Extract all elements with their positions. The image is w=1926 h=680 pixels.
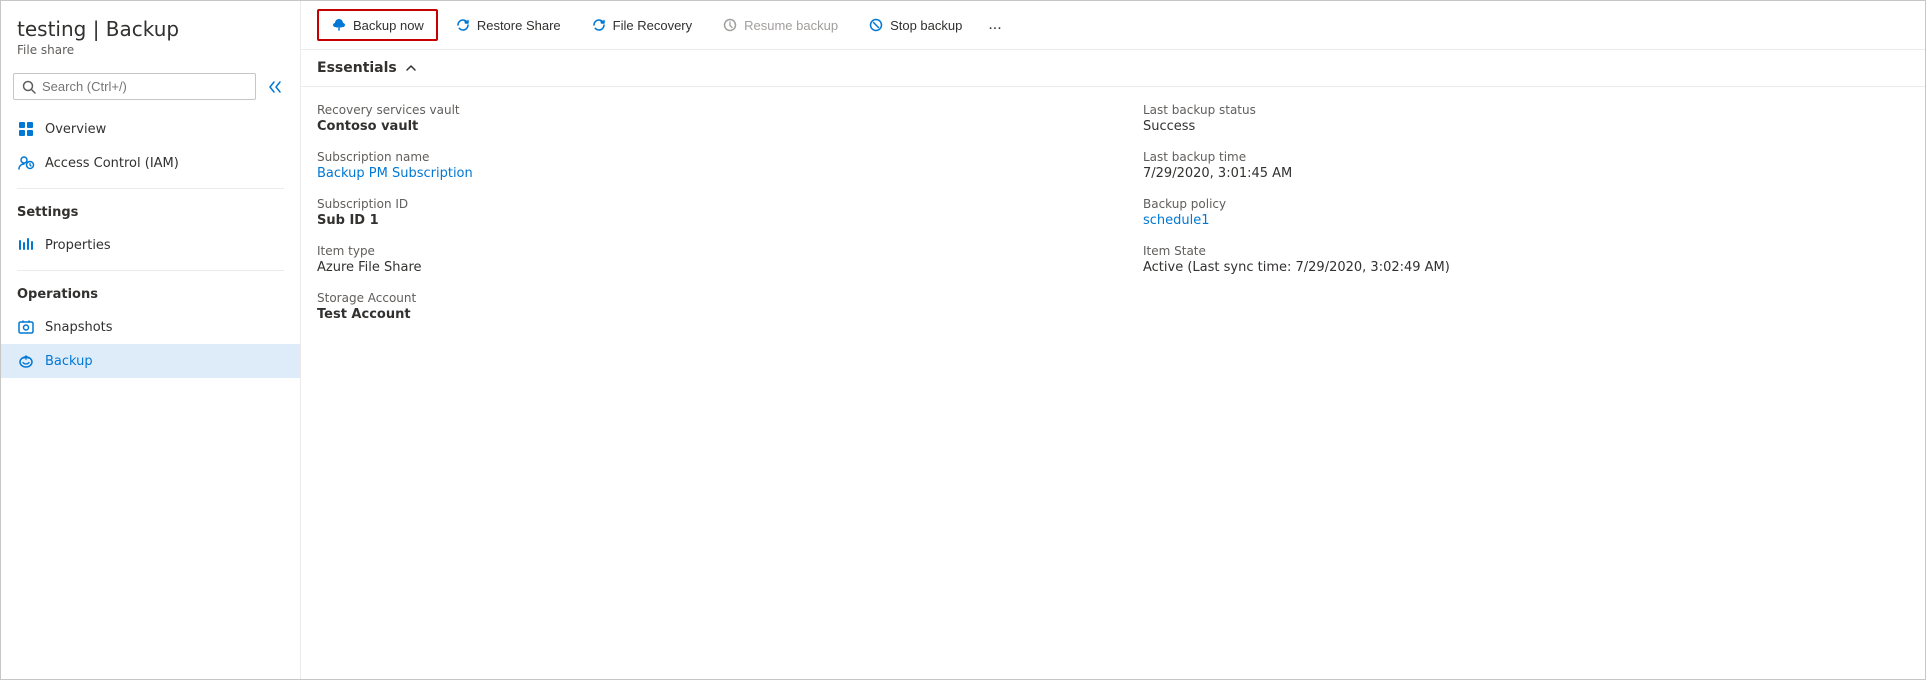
field-recovery-vault: Recovery services vault Contoso vault	[317, 103, 1083, 134]
field-label-item-state: Item State	[1143, 244, 1909, 258]
overview-icon	[17, 120, 35, 138]
file-recovery-icon	[591, 17, 607, 33]
backup-now-label: Backup now	[353, 18, 424, 33]
sidebar-item-label-properties: Properties	[45, 238, 111, 253]
field-last-backup-status: Last backup status Success	[1143, 103, 1909, 134]
title-normal: Backup	[106, 17, 179, 41]
field-value-vault: Contoso vault	[317, 119, 1083, 134]
sidebar-item-snapshots[interactable]: Snapshots	[1, 310, 300, 344]
field-subscription-name: Subscription name Backup PM Subscription	[317, 150, 1083, 181]
settings-section-label: Settings	[1, 193, 300, 224]
search-container	[1, 65, 300, 108]
sidebar-item-backup[interactable]: Backup	[1, 344, 300, 378]
field-label-vault: Recovery services vault	[317, 103, 1083, 117]
sidebar-item-overview[interactable]: Overview	[1, 112, 300, 146]
field-value-item-type: Azure File Share	[317, 260, 1083, 275]
field-label-backup-time: Last backup time	[1143, 150, 1909, 164]
nav-section-operations: Snapshots Backup	[1, 306, 300, 382]
nav-section-main: Overview Access Control (IAM)	[1, 108, 300, 184]
field-last-backup-time: Last backup time 7/29/2020, 3:01:45 AM	[1143, 150, 1909, 181]
field-value-backup-policy[interactable]: schedule1	[1143, 213, 1909, 228]
field-label-backup-status: Last backup status	[1143, 103, 1909, 117]
essentials-header[interactable]: Essentials	[301, 50, 1925, 87]
essentials-right-column: Last backup status Success Last backup t…	[1083, 103, 1909, 663]
app-container: testing | Backup File share	[0, 0, 1926, 680]
backup-now-icon	[331, 17, 347, 33]
field-item-state: Item State Active (Last sync time: 7/29/…	[1143, 244, 1909, 275]
essentials-title: Essentials	[317, 60, 397, 76]
field-label-storage: Storage Account	[317, 291, 1083, 305]
divider-operations	[17, 270, 284, 271]
resume-backup-button[interactable]: Resume backup	[709, 10, 851, 40]
page-title: testing | Backup	[17, 17, 284, 41]
field-backup-policy: Backup policy schedule1	[1143, 197, 1909, 228]
field-storage-account: Storage Account Test Account	[317, 291, 1083, 322]
field-value-sub-id: Sub ID 1	[317, 213, 1083, 228]
backup-icon	[17, 352, 35, 370]
sidebar-item-iam[interactable]: Access Control (IAM)	[1, 146, 300, 180]
iam-icon	[17, 154, 35, 172]
page-subtitle: File share	[17, 43, 284, 57]
restore-icon	[455, 17, 471, 33]
resume-backup-label: Resume backup	[744, 18, 838, 33]
properties-icon	[17, 236, 35, 254]
backup-now-button[interactable]: Backup now	[317, 9, 438, 41]
search-icon	[22, 80, 36, 94]
field-value-sub-name[interactable]: Backup PM Subscription	[317, 166, 1083, 181]
field-label-backup-policy: Backup policy	[1143, 197, 1909, 211]
essentials-body: Recovery services vault Contoso vault Su…	[301, 87, 1925, 679]
field-value-backup-time: 7/29/2020, 3:01:45 AM	[1143, 166, 1909, 181]
sidebar-item-label-snapshots: Snapshots	[45, 320, 113, 335]
field-value-item-state: Active (Last sync time: 7/29/2020, 3:02:…	[1143, 260, 1909, 275]
stop-icon	[868, 17, 884, 33]
stop-backup-label: Stop backup	[890, 18, 962, 33]
stop-backup-button[interactable]: Stop backup	[855, 10, 975, 40]
toolbar: Backup now Restore Share	[301, 1, 1925, 50]
more-actions-button[interactable]: ...	[979, 9, 1010, 41]
restore-share-button[interactable]: Restore Share	[442, 10, 574, 40]
field-item-type: Item type Azure File Share	[317, 244, 1083, 275]
field-label-sub-id: Subscription ID	[317, 197, 1083, 211]
operations-section-label: Operations	[1, 275, 300, 306]
file-recovery-label: File Recovery	[613, 18, 692, 33]
sidebar-item-label-overview: Overview	[45, 122, 106, 137]
field-value-storage: Test Account	[317, 307, 1083, 322]
field-subscription-id: Subscription ID Sub ID 1	[317, 197, 1083, 228]
nav-section-settings: Properties	[1, 224, 300, 266]
sidebar-item-label-iam: Access Control (IAM)	[45, 156, 179, 171]
main-content: Backup now Restore Share	[301, 1, 1925, 679]
field-label-item-type: Item type	[317, 244, 1083, 258]
title-bold: testing	[17, 17, 86, 41]
essentials-collapse-icon	[405, 62, 417, 74]
sidebar-header: testing | Backup File share	[1, 1, 300, 65]
sidebar: testing | Backup File share	[1, 1, 301, 679]
restore-share-label: Restore Share	[477, 18, 561, 33]
search-input[interactable]	[42, 79, 247, 94]
divider-settings	[17, 188, 284, 189]
snapshots-icon	[17, 318, 35, 336]
file-recovery-button[interactable]: File Recovery	[578, 10, 705, 40]
essentials-left-column: Recovery services vault Contoso vault Su…	[317, 103, 1083, 663]
sidebar-item-label-backup: Backup	[45, 354, 93, 369]
sidebar-item-properties[interactable]: Properties	[1, 228, 300, 262]
field-label-sub-name: Subscription name	[317, 150, 1083, 164]
field-value-backup-status: Success	[1143, 119, 1909, 134]
more-actions-label: ...	[988, 16, 1001, 34]
resume-icon	[722, 17, 738, 33]
search-box[interactable]	[13, 73, 256, 100]
collapse-sidebar-button[interactable]	[264, 75, 288, 99]
